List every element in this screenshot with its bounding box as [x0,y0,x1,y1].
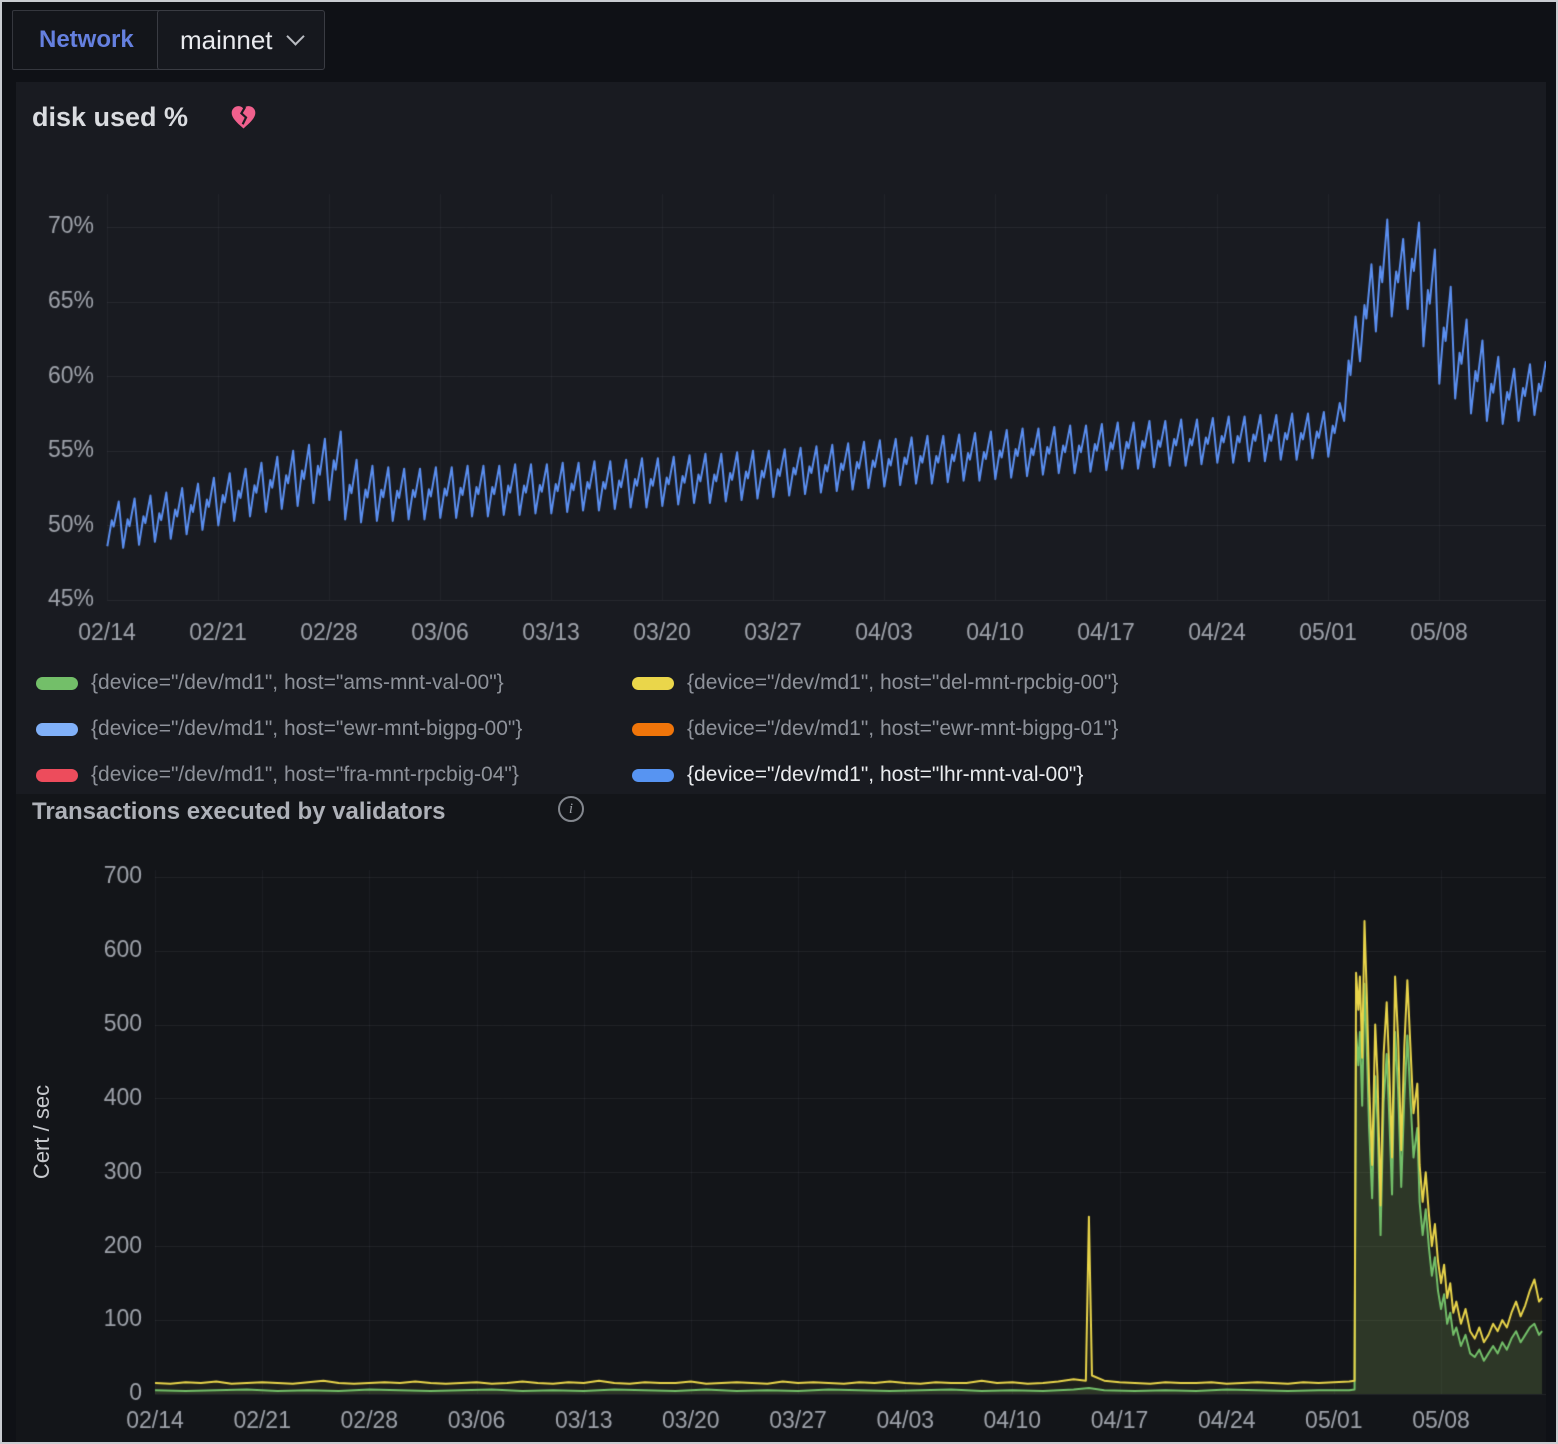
legend-item[interactable]: {device="/dev/md1", host="fra-mnt-rpcbig… [36,763,632,787]
legend-label: {device="/dev/md1", host="del-mnt-rpcbig… [687,671,1118,695]
chevron-down-icon [286,27,304,45]
legend-label: {device="/dev/md1", host="fra-mnt-rpcbig… [91,763,519,787]
legend-label: {device="/dev/md1", host="ewr-mnt-bigpg-… [687,717,1118,741]
legend-swatch [632,723,674,736]
network-value-dropdown[interactable]: mainnet [157,10,325,70]
legend-label: {device="/dev/md1", host="lhr-mnt-val-00… [687,763,1083,787]
broken-heart-icon [230,104,257,131]
panel-transactions-title[interactable]: Transactions executed by validators [32,798,446,826]
network-value: mainnet [180,25,273,56]
legend-label: {device="/dev/md1", host="ams-mnt-val-00… [91,671,504,695]
legend-label: {device="/dev/md1", host="ewr-mnt-bigpg-… [91,717,522,741]
legend-item[interactable]: {device="/dev/md1", host="lhr-mnt-val-00… [632,763,1538,787]
legend-item[interactable]: {device="/dev/md1", host="del-mnt-rpcbig… [632,671,1538,695]
variable-network: Network [12,10,161,70]
legend-swatch [36,769,78,782]
panel-disk-used-title[interactable]: disk used % [32,102,188,133]
legend-swatch [632,769,674,782]
legend: {device="/dev/md1", host="ams-mnt-val-00… [36,660,1538,798]
legend-item[interactable]: {device="/dev/md1", host="ewr-mnt-bigpg-… [632,717,1538,741]
panel-disk-used: disk used % {device="/dev/md1", host="am… [16,82,1546,794]
legend-swatch [36,677,78,690]
legend-item[interactable]: {device="/dev/md1", host="ewr-mnt-bigpg-… [36,717,632,741]
legend-swatch [632,677,674,690]
info-icon[interactable]: i [558,796,584,822]
transactions-chart[interactable] [16,850,1546,1444]
dashboard: Network mainnet disk used % {device="/de… [0,0,1558,1444]
legend-swatch [36,723,78,736]
panel-transactions: Transactions executed by validators i Ce… [16,794,1546,1444]
variable-network-label: Network [39,26,134,54]
disk-used-chart[interactable] [16,182,1546,672]
legend-item[interactable]: {device="/dev/md1", host="ams-mnt-val-00… [36,671,632,695]
